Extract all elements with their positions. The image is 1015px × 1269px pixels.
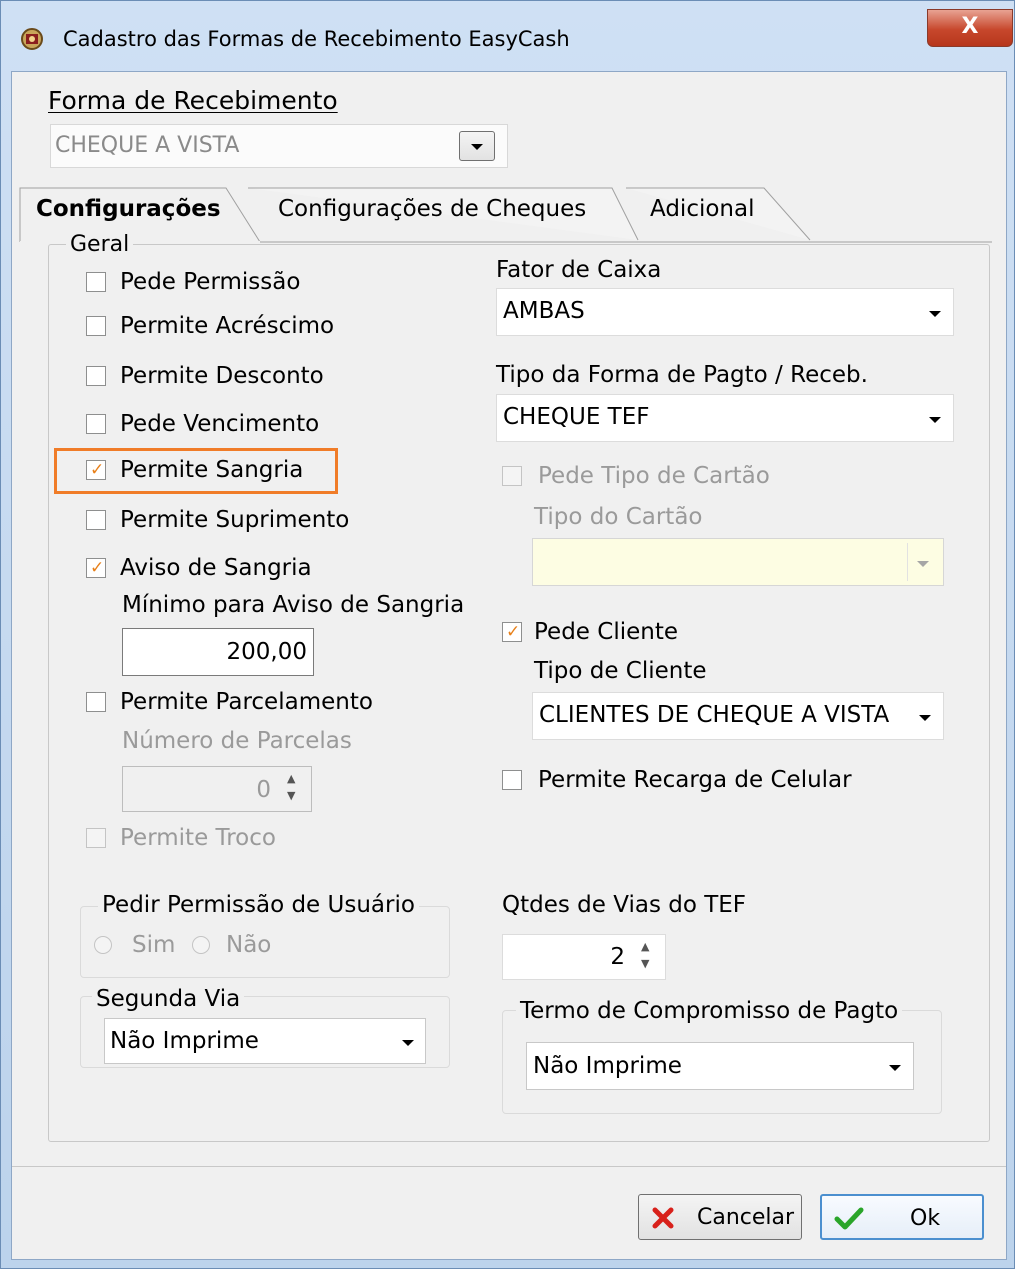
permite-parcelamento-label: Permite Parcelamento [120,689,373,715]
forma-combo[interactable]: CHEQUE A VISTA [50,124,508,168]
segunda-via-value: Não Imprime [110,1028,259,1054]
aviso-sangria-label: Aviso de Sangria [120,555,312,581]
numero-parcelas-spinner[interactable]: 0 ▲ ▼ [122,766,312,812]
ok-label: Ok [910,1206,941,1231]
permite-recarga-checkbox[interactable] [502,770,522,790]
chevron-down-icon [402,1040,414,1046]
tab-configuracoes[interactable]: Configurações [36,196,221,222]
tipo-cartao-select[interactable] [532,538,944,586]
pede-permissao-label: Pede Permissão [120,269,301,295]
pede-cliente-label: Pede Cliente [534,619,678,645]
tipo-forma-value: CHEQUE TEF [503,404,650,430]
fator-label: Fator de Caixa [496,257,662,283]
geral-title: Geral [66,232,134,257]
numero-parcelas-value: 0 [256,777,271,803]
spin-up-icon[interactable]: ▲ [641,941,649,952]
tab-configuracoes-cheques[interactable]: Configurações de Cheques [278,196,586,222]
chevron-down-icon [929,417,941,423]
title-bar: Cadastro das Formas de Recebimento EasyC… [1,1,1014,71]
tipo-forma-select[interactable]: CHEQUE TEF [496,394,954,442]
permite-recarga-label: Permite Recarga de Celular [538,767,852,793]
tipo-cartao-label: Tipo do Cartão [534,504,703,530]
tipo-cliente-select[interactable]: CLIENTES DE CHEQUE A VISTA [532,692,944,740]
segunda-via-title: Segunda Via [92,986,245,1012]
spin-down-icon[interactable]: ▼ [641,958,649,969]
pede-vencimento-checkbox[interactable] [86,414,106,434]
checkmark-icon: ✓ [90,558,105,578]
sim-label: Sim [132,932,176,958]
forma-dropdown-button[interactable] [459,131,495,161]
forma-label: Forma de Recebimento [48,86,338,115]
permite-acrescimo-checkbox[interactable] [86,316,106,336]
minimo-input[interactable]: 200,00 [122,628,314,676]
permite-troco-checkbox[interactable] [86,828,106,848]
dialog-client-area: Forma de Recebimento CHEQUE A VISTA Conf… [11,71,1007,1260]
spin-down-icon[interactable]: ▼ [287,790,295,801]
close-button[interactable]: X [927,9,1013,47]
minimo-label: Mínimo para Aviso de Sangria [122,592,465,618]
permite-desconto-label: Permite Desconto [120,363,324,389]
cancel-x-icon [652,1207,674,1229]
pede-permissao-checkbox[interactable] [86,272,106,292]
chevron-down-icon [919,715,931,721]
termo-select[interactable]: Não Imprime [526,1042,914,1090]
nao-label: Não [226,932,272,958]
ok-button[interactable]: Ok [820,1194,984,1240]
dialog-window: Cadastro das Formas de Recebimento EasyC… [0,0,1015,1269]
cancel-button[interactable]: Cancelar [638,1194,802,1240]
spin-up-icon[interactable]: ▲ [287,773,295,784]
pede-cliente-checkbox[interactable]: ✓ [502,622,522,642]
ok-check-icon [834,1207,864,1230]
app-icon [21,28,43,50]
chevron-down-icon [889,1065,901,1071]
chevron-down-icon [471,144,483,150]
window-title: Cadastro das Formas de Recebimento EasyC… [63,27,570,51]
pede-tipo-cartao-checkbox[interactable] [502,466,522,486]
checkmark-icon: ✓ [90,460,105,480]
fator-select[interactable]: AMBAS [496,288,954,336]
forma-value: CHEQUE A VISTA [55,133,240,158]
permite-troco-label: Permite Troco [120,825,276,851]
tipo-forma-label: Tipo da Forma de Pagto / Receb. [496,362,868,388]
permite-desconto-checkbox[interactable] [86,366,106,386]
minimo-value: 200,00 [226,639,307,665]
close-icon: X [961,14,979,39]
tipo-cliente-value: CLIENTES DE CHEQUE A VISTA [539,702,890,728]
termo-value: Não Imprime [533,1053,682,1079]
checkmark-icon: ✓ [506,622,521,642]
tipo-cliente-label: Tipo de Cliente [534,658,707,684]
pede-tipo-cartao-label: Pede Tipo de Cartão [538,463,770,489]
nao-radio[interactable] [192,936,210,954]
qtdes-spinner[interactable]: 2 ▲ ▼ [502,934,666,980]
permite-sangria-checkbox[interactable]: ✓ [86,460,106,480]
cancel-label: Cancelar [697,1205,795,1230]
permite-parcelamento-checkbox[interactable] [86,692,106,712]
permite-acrescimo-label: Permite Acréscimo [120,313,335,339]
fator-value: AMBAS [503,298,585,324]
aviso-sangria-checkbox[interactable]: ✓ [86,558,106,578]
tab-adicional[interactable]: Adicional [650,196,755,222]
qtdes-label: Qtdes de Vias do TEF [502,892,747,918]
dropdown-divider [907,543,908,581]
chevron-down-icon [917,561,929,567]
sim-radio[interactable] [94,936,112,954]
chevron-down-icon [929,311,941,317]
termo-title: Termo de Compromisso de Pagto [516,998,903,1024]
qtdes-value: 2 [610,944,625,970]
footer-separator [12,1166,1006,1167]
permite-suprimento-checkbox[interactable] [86,510,106,530]
segunda-via-select[interactable]: Não Imprime [104,1018,426,1064]
pede-vencimento-label: Pede Vencimento [120,411,320,437]
permite-suprimento-label: Permite Suprimento [120,507,350,533]
permissao-title: Pedir Permissão de Usuário [98,892,419,918]
permite-sangria-label: Permite Sangria [120,457,304,483]
numero-parcelas-label: Número de Parcelas [122,728,352,754]
